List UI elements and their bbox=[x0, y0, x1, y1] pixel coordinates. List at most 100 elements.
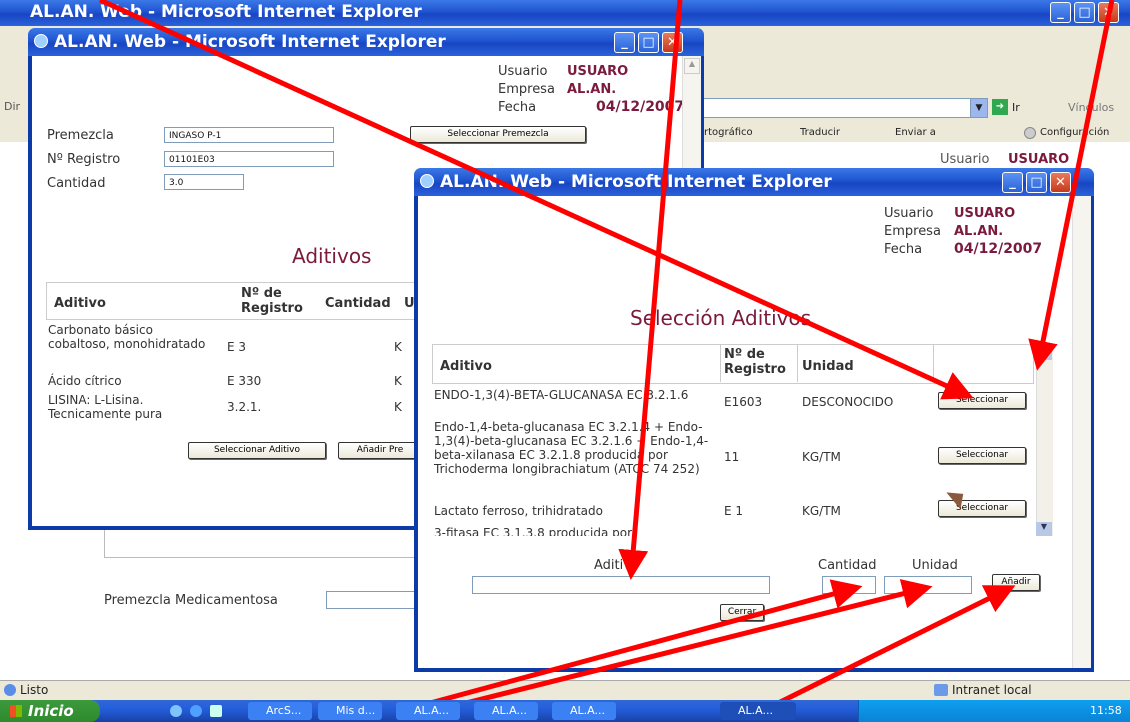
clock: 11:58 bbox=[1090, 704, 1122, 717]
w2-fecha-value: 04/12/2007 bbox=[954, 241, 1043, 257]
w1-row-registro: E 330 bbox=[227, 374, 262, 388]
quicklaunch-icon[interactable] bbox=[210, 705, 222, 717]
w1-row-registro: 3.2.1. bbox=[227, 400, 262, 414]
w2-fecha-label: Fecha bbox=[884, 242, 923, 257]
seleccionar-button[interactable]: Seleccionar bbox=[938, 392, 1026, 409]
window1-minimize-button[interactable]: _ bbox=[614, 32, 635, 53]
unidad-input[interactable] bbox=[884, 576, 972, 594]
w2-th-registro: Nº de Registro bbox=[724, 347, 786, 377]
taskbar: Inicio ArcS... Mis d... AL.A... AL.A... … bbox=[0, 700, 1130, 722]
w2-row-registro: 11 bbox=[724, 450, 740, 464]
toolbar-ortografico[interactable]: rtográfico bbox=[704, 127, 753, 138]
w2-row-clip: 3-fitasa EC 3.1.3.8 producida por bbox=[432, 522, 1032, 536]
anadir-premezcla-button[interactable]: Añadir Pre bbox=[338, 442, 422, 459]
w1-row-unidad: K bbox=[394, 374, 402, 388]
toolbar-traducir[interactable]: Traducir bbox=[800, 127, 840, 138]
w2-list-scrollbar[interactable] bbox=[1036, 346, 1053, 536]
taskbar-item[interactable]: ArcS... bbox=[248, 702, 312, 720]
w2-row-registro: E 1 bbox=[724, 504, 744, 518]
aditivo-input[interactable] bbox=[472, 576, 770, 594]
aditivos-heading: Aditivos bbox=[292, 244, 372, 268]
w1-fecha-value: 04/12/2007 bbox=[596, 99, 685, 115]
toolbar-configuracion[interactable]: Configuración bbox=[1040, 127, 1109, 138]
w1-row-registro: E 3 bbox=[227, 340, 247, 354]
premezcla-medicamentosa-input[interactable] bbox=[326, 591, 426, 609]
cerrar-button[interactable]: Cerrar bbox=[720, 604, 764, 621]
toolbar-enviar[interactable]: Enviar a bbox=[895, 127, 936, 138]
w2-col-sep bbox=[797, 344, 798, 382]
window-seleccion-aditivos: AL.AN. Web - Microsoft Internet Explorer… bbox=[414, 168, 1094, 672]
w2-row-registro: E1603 bbox=[724, 395, 763, 409]
taskbar-item[interactable]: AL.A... bbox=[552, 702, 616, 720]
window2-minimize-button[interactable]: _ bbox=[1002, 172, 1023, 193]
w1-row-aditivo: Carbonato básico cobaltoso, monohidratad… bbox=[48, 323, 206, 351]
back-close-button[interactable]: ✕ bbox=[1098, 2, 1119, 23]
seleccionar-button[interactable]: Seleccionar bbox=[938, 447, 1026, 464]
cantidad-label: Cantidad bbox=[47, 176, 106, 191]
address-dropdown-icon[interactable]: ▼ bbox=[970, 98, 988, 118]
cantidad-input[interactable] bbox=[822, 576, 876, 594]
back-title-text: AL.AN. Web - Microsoft Internet Explorer bbox=[30, 2, 422, 22]
seleccionar-aditivo-button[interactable]: Seleccionar Aditivo bbox=[188, 442, 326, 459]
window2-maximize-button[interactable]: □ bbox=[1026, 172, 1047, 193]
window2-close-button[interactable]: ✕ bbox=[1050, 172, 1071, 193]
ie-status-icon bbox=[4, 684, 16, 696]
w1-empresa-label: Empresa bbox=[498, 82, 555, 97]
w2-scroll-down-icon[interactable]: ▼ bbox=[1036, 522, 1052, 536]
ie-logo-icon bbox=[34, 34, 48, 48]
start-label: Inicio bbox=[28, 702, 74, 720]
registro-label: Nº Registro bbox=[47, 152, 121, 167]
w2-col-sep bbox=[720, 344, 721, 382]
window1-maximize-button[interactable]: □ bbox=[638, 32, 659, 53]
start-button[interactable]: Inicio bbox=[0, 700, 100, 722]
premezcla-input[interactable]: INGASO P-1 bbox=[164, 127, 334, 143]
back-maximize-button[interactable]: □ bbox=[1074, 2, 1095, 23]
back-address-bar[interactable] bbox=[700, 98, 972, 118]
seleccionar-button[interactable]: Seleccionar bbox=[938, 500, 1026, 517]
w1-empresa-value: AL.AN. bbox=[567, 82, 617, 97]
back-content-box bbox=[104, 528, 436, 558]
w2-empresa-label: Empresa bbox=[884, 224, 941, 239]
window2-titlebar: AL.AN. Web - Microsoft Internet Explorer bbox=[414, 168, 1094, 196]
taskbar-item[interactable]: AL.A... bbox=[474, 702, 538, 720]
seleccionar-premezcla-button[interactable]: Seleccionar Premezcla bbox=[410, 126, 586, 143]
window1-close-button[interactable]: ✕ bbox=[662, 32, 683, 53]
settings-icon bbox=[1024, 127, 1036, 139]
taskbar-item[interactable]: AL.A... bbox=[396, 702, 460, 720]
premezcla-label: Premezcla bbox=[47, 128, 114, 143]
w2-row-aditivo: Lactato ferroso, trihidratado bbox=[434, 504, 603, 518]
registro-input[interactable]: 01101E03 bbox=[164, 151, 334, 167]
w1-scroll-up-icon[interactable]: ▲ bbox=[684, 58, 700, 74]
quicklaunch-icon[interactable] bbox=[190, 705, 202, 717]
taskbar-item-active[interactable]: AL.A... bbox=[720, 702, 796, 720]
w2-row-unidad: DESCONOCIDO bbox=[802, 395, 894, 409]
cantidad-field-label: Cantidad bbox=[818, 558, 877, 573]
w2-th-aditivo: Aditivo bbox=[440, 359, 492, 374]
quicklaunch-icon[interactable] bbox=[170, 705, 182, 717]
window2-client: Usuario USUARO Empresa AL.AN. Fecha 04/1… bbox=[418, 196, 1091, 668]
back-usuario-label: Usuario bbox=[940, 152, 990, 167]
back-address-label: Dir bbox=[4, 100, 21, 113]
go-label[interactable]: Ir bbox=[1012, 101, 1020, 114]
cantidad-input[interactable]: 3.0 bbox=[164, 174, 244, 190]
windows-logo-icon bbox=[10, 705, 22, 717]
taskbar-item[interactable]: Mis d... bbox=[318, 702, 382, 720]
w1-th-aditivo: Aditivo bbox=[54, 296, 106, 311]
intranet-icon bbox=[934, 684, 948, 696]
back-usuario-value: USUARO bbox=[1008, 152, 1070, 167]
w2-page-scrollbar[interactable] bbox=[1072, 196, 1091, 668]
back-minimize-button[interactable]: _ bbox=[1050, 2, 1071, 23]
w1-row-aditivo: Ácido cítrico bbox=[48, 374, 122, 388]
premezcla-medicamentosa-label: Premezcla Medicamentosa bbox=[104, 593, 278, 608]
w2-row-aditivo: ENDO-1,3(4)-BETA-GLUCANASA EC 3.2.1.6 bbox=[434, 388, 689, 402]
links-label[interactable]: Vínculos bbox=[1068, 101, 1114, 114]
unidad-field-label: Unidad bbox=[912, 558, 958, 573]
w2-scroll-up-icon[interactable]: ▲ bbox=[1036, 346, 1052, 360]
w1-usuario-value: USUARO bbox=[567, 64, 629, 79]
window1-title: AL.AN. Web - Microsoft Internet Explorer bbox=[54, 32, 446, 52]
w2-usuario-label: Usuario bbox=[884, 206, 934, 221]
go-arrow-icon[interactable]: ➜ bbox=[992, 99, 1008, 115]
w1-th-unidad: U bbox=[404, 296, 415, 311]
seleccion-aditivos-heading: Selección Aditivos bbox=[630, 306, 812, 330]
anadir-button[interactable]: Añadir bbox=[992, 574, 1040, 591]
